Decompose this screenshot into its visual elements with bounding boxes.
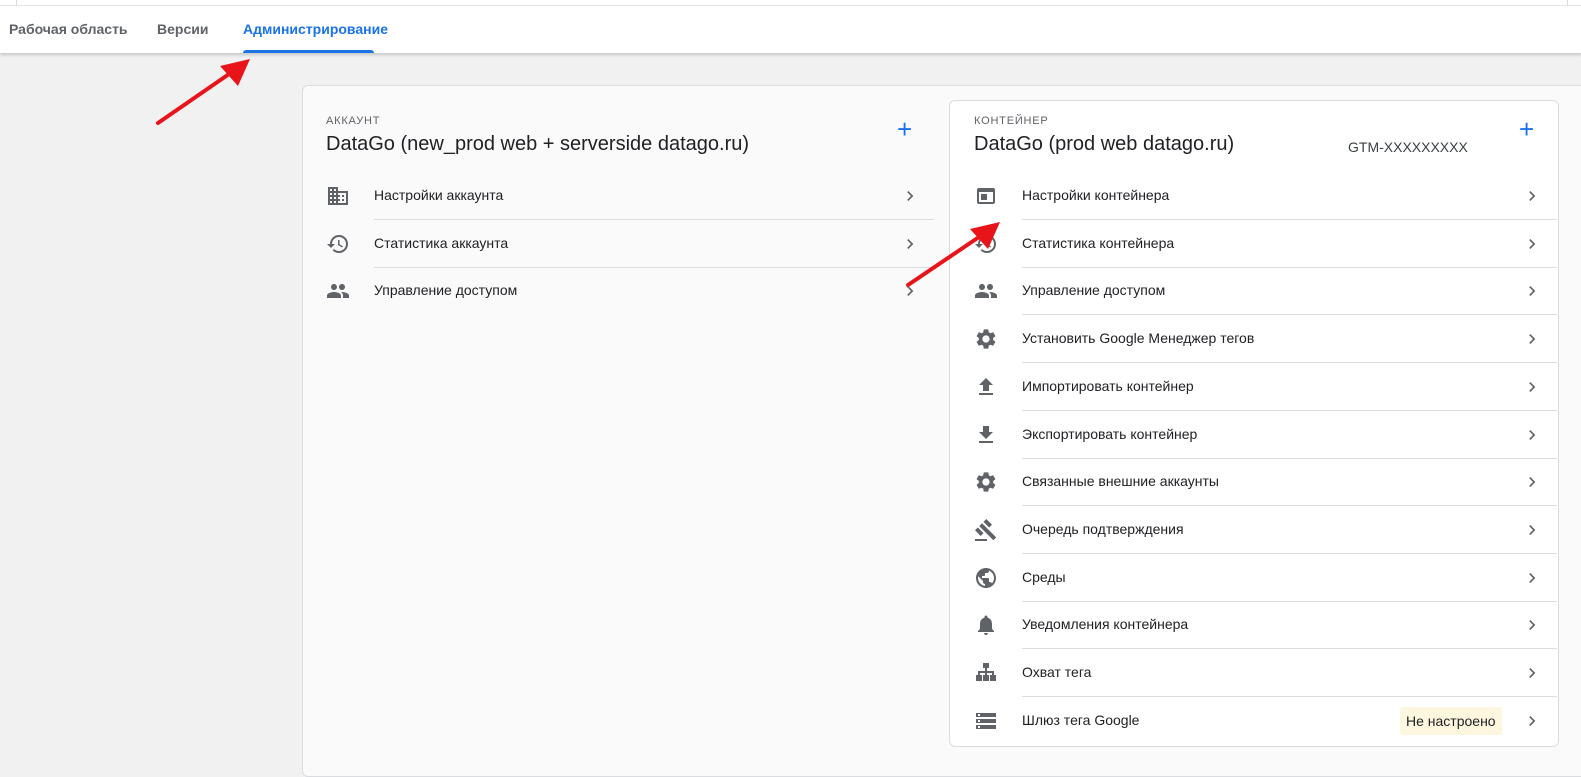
account-menu-item-label: Управление доступом (374, 282, 518, 299)
container-menu-item-label: Экспортировать контейнер (1022, 425, 1198, 442)
container-menu-item-label: Настройки контейнера (1022, 187, 1170, 203)
container-menu-item-label: Статистика контейнера (1022, 234, 1175, 251)
chevron-right-icon (900, 186, 920, 206)
container-menu-item-2[interactable]: Статистика контейнера (974, 220, 1557, 268)
container-menu-item-8[interactable]: Очередь подтверждения (974, 506, 1557, 554)
status-badge: Не настроено (1400, 706, 1502, 735)
chevron-right-icon (907, 286, 914, 297)
chevron-right-icon (1529, 620, 1536, 631)
chevron-right-icon (1522, 663, 1542, 683)
container-menu-item-9[interactable]: Среды (974, 554, 1557, 602)
chevron-right-icon (900, 281, 920, 301)
container-name: DataGo (prod web datago.ru) (974, 133, 1235, 155)
people-icon (326, 279, 350, 303)
chevron-right-icon (1529, 334, 1536, 345)
bell-icon (974, 613, 998, 637)
add-container-button[interactable]: + (1519, 116, 1534, 142)
active-tab-indicator (243, 50, 374, 53)
divider-tick (16, 0, 17, 5)
chevron-right-icon (1522, 377, 1542, 397)
tab-workspace[interactable]: Рабочая область (9, 21, 128, 37)
storage-icon (974, 709, 998, 733)
account-menu-item-3[interactable]: Управление доступом (326, 267, 934, 315)
container-menu-item-4[interactable]: Установить Google Менеджер тегов (974, 315, 1557, 364)
chevron-right-icon (1522, 520, 1542, 540)
account-menu-item-1[interactable]: Настройки аккаунта (326, 172, 934, 220)
chevron-right-icon (1529, 238, 1536, 249)
container-section-label: КОНТЕЙНЕР (974, 115, 1049, 127)
chevron-right-icon (1529, 715, 1536, 726)
chevron-right-icon (1522, 472, 1542, 492)
top-nav-bar: Рабочая область Версии Администрирование (0, 0, 1581, 54)
container-menu-item-label: Связанные внешние аккаунты (1022, 473, 1219, 490)
container-menu-item-7[interactable]: Связанные внешние аккаунты (974, 458, 1557, 507)
chevron-right-icon (1522, 425, 1542, 445)
web-asset-icon (974, 184, 998, 208)
chevron-right-icon (1529, 286, 1536, 297)
container-menu-item-1[interactable]: Настройки контейнера (974, 172, 1557, 220)
divider-tick (1567, 0, 1568, 5)
chevron-right-icon (1522, 615, 1542, 635)
account-name: DataGo (new_prod web + serverside datago… (326, 133, 750, 155)
history-icon (974, 232, 998, 256)
tab-versions[interactable]: Версии (157, 21, 208, 37)
container-menu-item-label: Среды (1022, 568, 1066, 585)
chevron-right-icon (1522, 711, 1542, 731)
chevron-right-icon (1529, 477, 1536, 488)
container-menu-item-12[interactable]: Шлюз тега Google Не настроено (974, 697, 1557, 745)
chevron-right-icon (1522, 281, 1542, 301)
gear-icon (974, 327, 998, 351)
container-menu-item-label: Управление доступом (1022, 282, 1166, 299)
building-icon (326, 184, 350, 208)
gear-icon (974, 470, 998, 494)
chevron-right-icon (1529, 668, 1536, 678)
container-menu-item-10[interactable]: Уведомления контейнера (974, 601, 1557, 650)
add-account-button[interactable]: + (897, 116, 912, 142)
chevron-right-icon (1529, 429, 1536, 440)
container-menu-item-label: Очередь подтверждения (1022, 520, 1184, 537)
account-menu-item-label: Статистика аккаунта (374, 234, 509, 251)
container-menu-item-label: Импортировать контейнер (1022, 377, 1194, 394)
chevron-right-icon (1529, 381, 1536, 392)
container-menu-item-label: Установить Google Менеджер тегов (1022, 330, 1255, 347)
account-section-label: АККАУНТ (326, 115, 381, 127)
container-menu-item-11[interactable]: Охват тега (974, 649, 1557, 697)
account-menu-item-2[interactable]: Статистика аккаунта (326, 220, 934, 268)
download-icon (974, 423, 998, 447)
chevron-right-icon (1529, 191, 1536, 201)
container-menu-item-3[interactable]: Управление доступом (974, 267, 1557, 316)
gavel-icon (974, 518, 998, 542)
account-menu-item-label: Настройки аккаунта (374, 187, 504, 203)
chevron-right-icon (1522, 568, 1542, 588)
annotation-arrow-admin-tab (156, 59, 250, 125)
container-menu-item-5[interactable]: Импортировать контейнер (974, 363, 1557, 411)
chevron-right-icon (1522, 329, 1542, 349)
chevron-right-icon (1529, 524, 1536, 535)
hierarchy-icon (974, 661, 998, 685)
chevron-right-icon (907, 191, 914, 201)
top-divider (0, 5, 1581, 6)
history-icon (326, 232, 350, 256)
container-menu-item-label: Шлюз тега Google (1022, 711, 1140, 728)
chevron-right-icon (907, 238, 914, 249)
chevron-right-icon (1522, 234, 1542, 254)
container-menu-item-6[interactable]: Экспортировать контейнер (974, 411, 1557, 459)
people-icon (974, 279, 998, 303)
upload-icon (974, 375, 998, 399)
chevron-right-icon (1529, 572, 1536, 583)
container-menu-item-label: Уведомления контейнера (1022, 616, 1189, 633)
chevron-right-icon (1522, 186, 1542, 206)
tab-admin[interactable]: Администрирование (243, 21, 388, 37)
container-menu-item-label: Охват тега (1022, 664, 1092, 680)
container-id: GTM-XXXXXXXXX (1348, 139, 1468, 155)
globe-icon (974, 566, 998, 590)
chevron-right-icon (900, 234, 920, 254)
